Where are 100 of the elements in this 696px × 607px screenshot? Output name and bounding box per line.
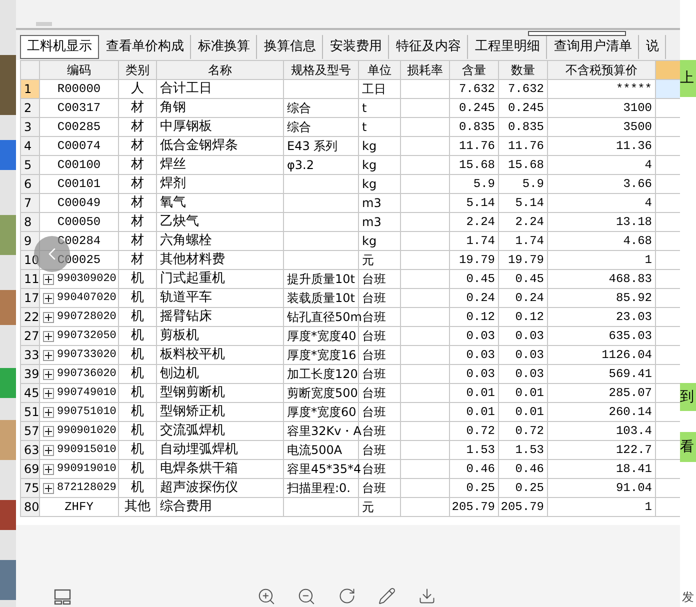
table-cell: 材	[119, 232, 157, 251]
table-cell: 0.25	[450, 479, 499, 498]
expand-icon[interactable]	[43, 464, 54, 474]
pencil-icon[interactable]	[378, 587, 396, 605]
table-cell-text: 990407020	[57, 290, 116, 306]
row-number[interactable]: 17	[21, 289, 40, 308]
table-cell: E43 系列	[284, 137, 359, 156]
row-number[interactable]: 63	[21, 441, 40, 460]
table-cell: 0.03	[499, 327, 548, 346]
table-cell: 自动埋弧焊机	[157, 441, 284, 460]
row-number[interactable]: 7	[21, 194, 40, 213]
table-cell: 0.12	[499, 308, 548, 327]
table-cell: 15.68	[450, 156, 499, 175]
column-header: 名称	[157, 61, 284, 80]
table-cell: 0.01	[499, 403, 548, 422]
expand-icon[interactable]	[43, 292, 54, 304]
tab[interactable]: 查询用户清单	[548, 35, 639, 59]
table-cell: 1.53	[450, 441, 499, 460]
download-icon[interactable]	[418, 587, 436, 605]
row-number[interactable]: 5	[21, 156, 40, 175]
rotate-icon[interactable]	[338, 587, 356, 605]
row-number[interactable]: 57	[21, 422, 40, 441]
tab[interactable]: 安装费用	[324, 35, 389, 59]
row-number[interactable]: 27	[21, 327, 40, 346]
tab[interactable]: 标准换算	[192, 35, 257, 59]
tab[interactable]: 工料机显示	[20, 35, 99, 59]
layout-icon[interactable]	[54, 589, 71, 605]
table-cell: 电流500A	[284, 441, 359, 460]
zoom-out-icon[interactable]	[297, 587, 316, 606]
scrollbar-thumb[interactable]	[36, 22, 52, 26]
table-cell: 人	[119, 80, 157, 99]
row-number[interactable]: 51	[21, 403, 40, 422]
side-button[interactable]: 到	[680, 383, 696, 411]
table-cell-text: 990733020	[57, 348, 116, 363]
expand-icon[interactable]	[43, 274, 54, 284]
table-cell: 材	[119, 118, 157, 137]
table-cell: 台班	[359, 479, 401, 498]
table-cell: 焊丝	[157, 156, 284, 175]
table-cell: 5.14	[499, 194, 548, 213]
row-number[interactable]: 4	[21, 137, 40, 156]
table-cell: 工日	[359, 80, 401, 99]
tab[interactable]: 查看单价构成	[100, 35, 191, 59]
expand-icon[interactable]	[43, 368, 54, 380]
table-cell: kg	[359, 137, 401, 156]
tab[interactable]: 说	[640, 35, 666, 59]
row-number[interactable]: 45	[21, 384, 40, 403]
row-number[interactable]: 80	[21, 498, 40, 517]
table-cell: 六角螺栓	[157, 232, 284, 251]
expand-icon[interactable]	[43, 350, 54, 360]
expand-icon[interactable]	[43, 330, 54, 342]
table-cell: 机	[119, 327, 157, 346]
row-number[interactable]: 39	[21, 365, 40, 384]
tab[interactable]: 工程里明细	[469, 35, 547, 59]
row-number[interactable]: 69	[21, 460, 40, 479]
side-button[interactable]: 看	[680, 432, 696, 462]
table-cell: 电焊条烘干箱	[157, 460, 284, 479]
column-header: 规格及型号	[284, 61, 359, 80]
table-cell: 5.9	[450, 175, 499, 194]
table-cell: 0.245	[450, 99, 499, 118]
table-cell-text: 990732050	[57, 328, 116, 344]
row-number[interactable]: 8	[21, 213, 40, 232]
row-number[interactable]: 2	[21, 99, 40, 118]
column-header: 类别	[119, 61, 157, 80]
row-number[interactable]: 1	[21, 80, 40, 99]
row-number[interactable]: 6	[21, 175, 40, 194]
table-cell: 台班	[359, 289, 401, 308]
tab[interactable]: 特征及内容	[390, 35, 468, 59]
expand-icon[interactable]	[43, 482, 54, 494]
table-cell: 板料校平机	[157, 346, 284, 365]
row-number[interactable]: 33	[21, 346, 40, 365]
expand-icon[interactable]	[43, 312, 54, 322]
row-number[interactable]: 75	[21, 479, 40, 498]
row-number[interactable]: 22	[21, 308, 40, 327]
row-number[interactable]: 3	[21, 118, 40, 137]
table-cell: C00074	[40, 137, 119, 156]
table-cell: 205.79	[499, 498, 548, 517]
expand-icon[interactable]	[43, 406, 54, 418]
row-number[interactable]: 9	[21, 232, 40, 251]
expand-icon[interactable]	[43, 426, 54, 436]
table-cell: C00285	[40, 118, 119, 137]
table-cell: 综合	[284, 99, 359, 118]
table-cell: 台班	[359, 403, 401, 422]
table-cell: 机	[119, 460, 157, 479]
side-button[interactable]: 上	[680, 60, 696, 97]
table-cell: 2.24	[450, 213, 499, 232]
table-cell: 0.01	[499, 384, 548, 403]
table-cell: 其他材料费	[157, 251, 284, 270]
expand-icon[interactable]	[43, 388, 54, 398]
zoom-in-icon[interactable]	[257, 587, 276, 606]
row-number[interactable]: 11	[21, 270, 40, 289]
table-cell: 0.03	[499, 346, 548, 365]
table-cell: 7.632	[450, 80, 499, 99]
tab[interactable]: 换算信息	[258, 35, 323, 59]
table-cell: C00100	[40, 156, 119, 175]
table-cell: 机	[119, 441, 157, 460]
table-cell: 0.72	[450, 422, 499, 441]
expand-icon[interactable]	[43, 444, 54, 456]
side-text: 发	[682, 589, 694, 606]
table-cell: C00050	[40, 213, 119, 232]
table-cell: 0.03	[450, 346, 499, 365]
